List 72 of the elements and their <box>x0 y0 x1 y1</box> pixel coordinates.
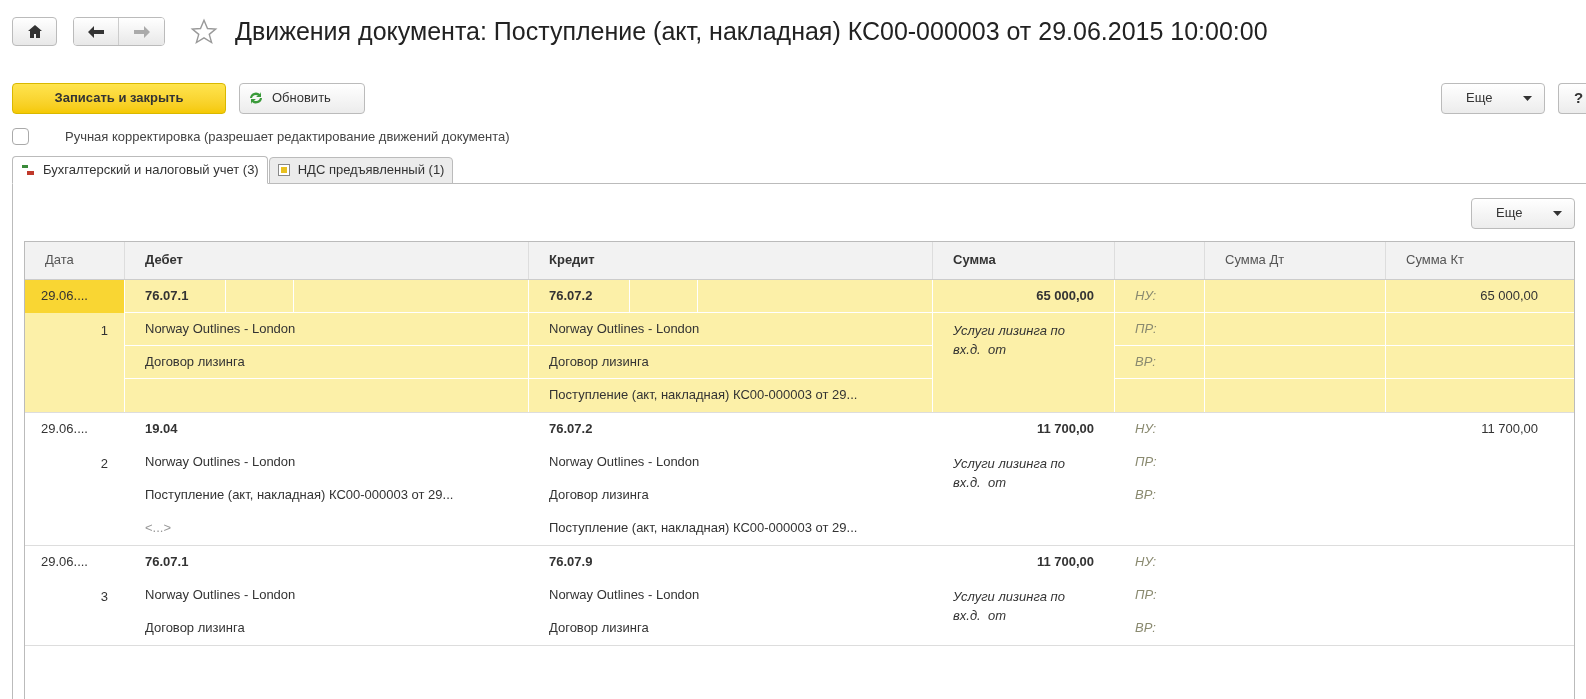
subconto-cell-text: <...> <box>145 519 172 538</box>
back-arrow-icon <box>88 25 104 38</box>
ledger-icon <box>21 162 35 177</box>
column-header: Сумма Дт <box>1225 251 1285 270</box>
amount-cell-text: 11 700,00 <box>1481 419 1538 438</box>
row-number: 1 <box>100 321 108 340</box>
subconto-cell-text: Договор лизинга <box>145 352 245 371</box>
amount-cell-text: 11 700,00 <box>1036 552 1094 571</box>
refresh-button[interactable]: Обновить <box>239 82 365 114</box>
row-number: 2 <box>100 454 108 473</box>
accounting-label: ВР: <box>1135 485 1156 504</box>
accounting-label: ВР: <box>1135 352 1156 371</box>
account-cell-text: 76.07.2 <box>549 286 593 305</box>
amount-cell-text: 11 700,00 <box>1036 419 1094 438</box>
table-more-button[interactable]: Еще <box>1471 197 1575 229</box>
content-cell-text: Услуги лизинга по вх.д. от <box>953 587 1066 625</box>
subconto-cell-text: Поступление (акт, накладная) КС00-000003 от 29... <box>549 519 858 538</box>
accounting-label: НУ: <box>1135 286 1157 305</box>
subconto-cell-text: Norway Outlines - London <box>549 319 700 338</box>
caret-icon <box>1553 210 1562 216</box>
account-cell-text: 76.07.9 <box>549 552 593 571</box>
window-title: Движения документа: Поступление (акт, накладная) КС00-000003 от 29.06.2015 10:00:00 <box>235 16 1268 47</box>
accounting-label: ПР: <box>1135 319 1157 338</box>
subconto-cell-text: Поступление (акт, накладная) КС00-000003 от 29... <box>549 386 858 405</box>
accounting-label: НУ: <box>1135 419 1157 438</box>
amount-cell-text: 65 000,00 <box>1480 286 1538 305</box>
column-header: Сумма Кт <box>1406 251 1464 270</box>
subconto-cell-text: Norway Outlines - London <box>549 585 700 604</box>
home-icon <box>27 25 42 39</box>
subconto-cell-text: Договор лизинга <box>549 352 649 371</box>
home-button[interactable] <box>12 17 57 47</box>
account-cell-text: 76.07.2 <box>549 419 593 438</box>
column-header: Дата <box>45 251 74 270</box>
back-button[interactable] <box>74 18 119 46</box>
subconto-cell-text: Norway Outlines - London <box>145 585 296 604</box>
forward-arrow-icon <box>133 25 150 38</box>
content-cell-text: Услуги лизинга по вх.д. от <box>953 454 1066 492</box>
account-cell-text: 19.04 <box>145 419 178 438</box>
selected-table-row[interactable] <box>25 279 1574 413</box>
subconto-cell-text: Norway Outlines - London <box>145 319 296 338</box>
accounting-label: ПР: <box>1135 585 1157 604</box>
accounting-label: НУ: <box>1135 552 1157 571</box>
subconto-cell-text: Договор лизинга <box>549 619 649 638</box>
date-cell-text: 29.06.... <box>41 553 88 572</box>
subconto-cell-text: Norway Outlines - London <box>549 452 700 471</box>
document-icon <box>277 164 290 176</box>
checkbox[interactable] <box>12 128 29 145</box>
date-cell-text: 29.06.... <box>41 420 88 439</box>
caret-icon <box>1523 95 1532 101</box>
help-button[interactable]: ? <box>1558 82 1586 114</box>
date-cell-text: 29.06.... <box>41 287 88 306</box>
column-header: Кредит <box>549 251 595 270</box>
tab[interactable]: Бухгалтерский и налоговый учет (3) <box>12 155 268 184</box>
tab[interactable]: НДС предъявленный (1) <box>268 156 454 184</box>
column-header: Сумма <box>953 251 996 270</box>
amount-cell-text: 65 000,00 <box>1036 286 1094 305</box>
row-number: 3 <box>100 587 108 606</box>
more-button[interactable]: Еще <box>1441 82 1545 114</box>
account-cell-text: 76.07.1 <box>145 552 189 571</box>
star-icon[interactable] <box>189 17 219 46</box>
content-cell-text: Услуги лизинга по вх.д. от <box>953 321 1066 359</box>
refresh-icon <box>248 91 264 105</box>
subconto-cell-text: Поступление (акт, накладная) КС00-000003 от 29... <box>145 485 454 504</box>
subconto-cell-text: Договор лизинга <box>145 619 245 638</box>
subconto-cell-text: Norway Outlines - London <box>145 452 296 471</box>
subconto-cell-text: Договор лизинга <box>549 485 649 504</box>
account-cell-text: 76.07.1 <box>145 286 189 305</box>
checkbox-label: Ручная корректировка (разрешает редактирование движений документа) <box>65 127 510 146</box>
accounting-label: ПР: <box>1135 452 1157 471</box>
accounting-label: ВР: <box>1135 619 1156 638</box>
save-and-close-button[interactable]: Записать и закрыть <box>12 82 226 114</box>
column-header: Дебет <box>145 251 183 270</box>
